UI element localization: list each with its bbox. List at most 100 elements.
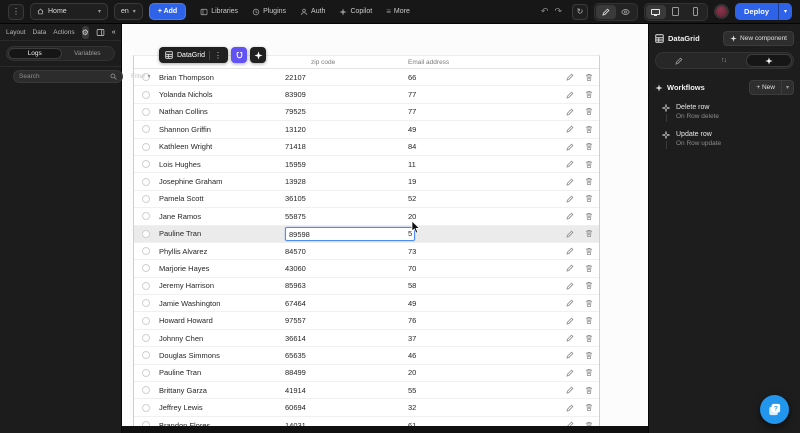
edit-row-button[interactable] [566,160,574,168]
cell-name[interactable]: Lois Hughes [158,160,285,169]
nav-libraries[interactable]: Libraries [200,8,238,16]
cell-zip[interactable]: 60694 [285,403,306,412]
new-workflow-button[interactable]: + New [750,81,781,94]
locale-dropdown[interactable]: en ▾ [114,3,143,20]
cell-zip[interactable]: 43060 [285,264,306,273]
workflow-name[interactable]: Update row [676,131,721,138]
row-select-radio[interactable] [142,281,150,290]
table-row[interactable]: Jane Ramos 55875 20 [134,208,599,226]
row-select-radio[interactable] [142,229,150,238]
column-header-email[interactable]: Email address [408,59,565,66]
tab-data[interactable]: Data [33,29,47,36]
tab-actions[interactable]: Actions [53,29,74,36]
edit-row-button[interactable] [566,334,574,342]
row-select-radio[interactable] [142,177,150,186]
row-select-radio[interactable] [142,247,150,256]
row-select-radio[interactable] [142,125,150,134]
edit-mode-button[interactable] [595,4,616,19]
cell-zip[interactable]: 13928 [285,177,306,186]
cell-email[interactable]: 55 [408,386,565,395]
delete-row-button[interactable] [585,299,593,308]
delete-row-button[interactable] [585,73,593,82]
cell-zip[interactable]: 15959 [285,160,306,169]
row-select-radio[interactable] [142,351,150,360]
delete-row-button[interactable] [585,160,593,169]
row-select-radio[interactable] [142,264,150,273]
panel-layout-button[interactable] [96,26,105,39]
settings-panel-button[interactable]: ⚙ [81,25,89,39]
app-menu-button[interactable]: ⋮ [8,3,24,20]
refresh-button[interactable]: ↻ [571,3,588,20]
cell-zip[interactable]: 88499 [285,368,306,377]
cell-name[interactable]: Douglas Simmons [158,351,285,360]
datagrid-component[interactable]: zip code Email address Brian Thompson 22… [133,55,600,426]
cell-name[interactable]: Howard Howard [158,316,285,325]
cell-zip[interactable]: 71418 [285,142,306,151]
cell-email[interactable]: 84 [408,142,565,151]
cell-email[interactable]: 77 [408,107,565,116]
cell-email[interactable]: 49 [408,299,565,308]
cell-email[interactable]: 11 [408,160,565,169]
cell-zip[interactable]: 55875 [285,212,306,221]
component-workflows-button[interactable] [250,47,267,63]
cell-zip[interactable]: 79525 [285,107,306,116]
row-select-radio[interactable] [142,386,150,395]
edit-row-button[interactable] [566,143,574,151]
cell-email[interactable]: 37 [408,334,565,343]
delete-row-button[interactable] [585,229,593,238]
workflow-item-delete-row[interactable]: Delete row On Row delete [655,104,794,122]
screen-selector-dropdown[interactable]: Home ▾ [30,3,108,20]
cell-name[interactable]: Jeffrey Lewis [158,403,285,412]
edit-row-button[interactable] [566,247,574,255]
edit-row-button[interactable] [566,230,574,238]
cell-email[interactable]: 20 [408,368,565,377]
help-button[interactable]: ? [760,395,789,424]
cell-zip[interactable]: 65635 [285,351,306,360]
table-row[interactable]: Pamela Scott 36105 52 [134,191,599,209]
cell-zip[interactable]: 84570 [285,247,306,256]
table-row[interactable]: Brandon Flores 14031 61 [134,417,599,426]
table-row[interactable]: Nathan Collins 79525 77 [134,104,599,122]
cell-zip[interactable]: 13120 [285,125,306,134]
cell-email[interactable]: 70 [408,264,565,273]
cell-name[interactable]: Jeremy Harrison [158,281,285,290]
deploy-button[interactable]: Deploy [735,3,778,20]
table-row[interactable]: Howard Howard 97557 76 [134,312,599,330]
table-row[interactable]: Jamie Washington 67464 49 [134,295,599,313]
table-row[interactable]: Shannon Griffin 13120 49 [134,121,599,139]
user-avatar[interactable] [713,4,729,19]
delete-row-button[interactable] [585,316,593,325]
edit-row-button[interactable] [566,212,574,220]
cell-name[interactable]: Brian Thompson [158,73,285,82]
cell-name[interactable]: Pauline Tran [158,229,285,238]
tab-styles[interactable] [657,54,701,67]
edit-row-button[interactable] [566,369,574,377]
cell-zip[interactable]: 85963 [285,281,306,290]
row-select-radio[interactable] [142,160,150,169]
workflow-name[interactable]: Delete row [676,104,719,111]
delete-row-button[interactable] [585,107,593,116]
nav-more[interactable]: ≡ More [386,7,410,16]
column-header-zip[interactable]: zip code [285,59,408,66]
tab-logs[interactable]: Logs [8,48,62,59]
row-select-radio[interactable] [142,299,150,308]
new-workflow-options-button[interactable]: ▾ [780,81,793,94]
delete-row-button[interactable] [585,247,593,256]
table-row[interactable]: Douglas Simmons 65635 46 [134,347,599,365]
cell-email[interactable]: 73 [408,247,565,256]
cell-name[interactable]: Yolanda Nichols [158,90,285,99]
table-row[interactable]: Lois Hughes 15959 11 [134,156,599,174]
row-select-radio[interactable] [142,212,150,221]
delete-row-button[interactable] [585,368,593,377]
tab-layout[interactable]: Layout [6,29,26,36]
new-component-button[interactable]: New component [723,30,794,46]
table-row[interactable]: Yolanda Nichols 83909 77 [134,86,599,104]
cell-name[interactable]: Jane Ramos [158,212,285,221]
edit-row-button[interactable] [566,317,574,325]
delete-row-button[interactable] [585,90,593,99]
cell-name[interactable]: Jamie Washington [158,299,285,308]
nav-plugins[interactable]: Plugins [252,8,286,16]
edit-row-button[interactable] [566,282,574,290]
row-select-radio[interactable] [142,403,150,412]
table-row[interactable]: Phyllis Alvarez 84570 73 [134,243,599,261]
